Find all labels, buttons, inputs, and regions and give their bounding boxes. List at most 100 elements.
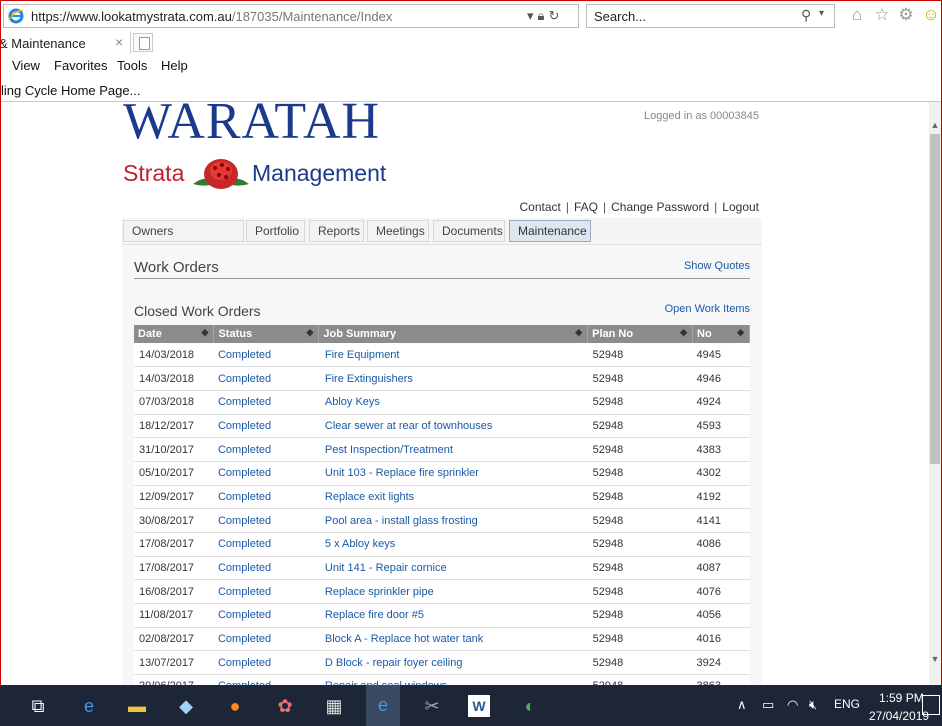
contact-link[interactable]: Contact: [519, 200, 560, 214]
menu-favorites[interactable]: Favorites: [54, 58, 107, 73]
battery-icon[interactable]: ▭: [762, 697, 774, 713]
task-view-icon[interactable]: ⧉: [25, 694, 51, 718]
smiley-icon[interactable]: ☺: [921, 5, 941, 25]
menu-tools[interactable]: Tools: [117, 58, 147, 73]
scroll-up-icon[interactable]: ▲: [929, 120, 941, 130]
job-summary-link[interactable]: Fire Extinguishers: [318, 366, 588, 391]
lock-icon[interactable]: 🔒︎: [538, 8, 549, 23]
job-summary-link[interactable]: D Block - repair foyer ceiling: [318, 650, 588, 676]
status-link[interactable]: Completed: [213, 674, 319, 685]
tab-reports[interactable]: Reports: [309, 220, 364, 242]
status-link[interactable]: Completed: [213, 603, 319, 628]
vertical-scrollbar[interactable]: ▲ ▼: [929, 102, 941, 685]
clock-time[interactable]: 1:59 PM: [879, 691, 924, 705]
scrollbar-thumb[interactable]: [930, 134, 940, 464]
job-summary-link[interactable]: Pool area - install glass frosting: [318, 508, 588, 533]
column-header-plan-no[interactable]: Plan No ◆: [587, 325, 694, 343]
status-link[interactable]: Completed: [213, 579, 319, 605]
open-work-items-link[interactable]: Open Work Items: [665, 303, 750, 315]
calculator-icon[interactable]: ▦: [321, 694, 347, 718]
search-dropdown-icon[interactable]: ▾: [819, 8, 824, 19]
address-url[interactable]: https://www.lookatmystrata.com.au/187035…: [31, 9, 392, 24]
job-summary-link[interactable]: Unit 141 - Repair cornice: [318, 556, 588, 581]
job-summary-link[interactable]: 5 x Abloy keys: [318, 532, 588, 557]
home-icon[interactable]: ⌂: [847, 5, 867, 25]
refresh-icon[interactable]: ↻: [548, 8, 563, 23]
sort-icon[interactable]: ◆: [575, 327, 582, 338]
volume-muted-icon[interactable]: 🔇︎: [809, 697, 817, 713]
status-link[interactable]: Completed: [213, 461, 319, 486]
job-summary-link[interactable]: Replace fire door #5: [318, 603, 588, 628]
browser-tab[interactable]: & Maintenance ×: [1, 31, 131, 54]
column-header-date[interactable]: Date ◆: [134, 325, 215, 343]
tab-owners-corporation[interactable]: Owners Corporation: [123, 220, 244, 258]
job-summary-link[interactable]: Repair and seal windows: [318, 674, 588, 685]
status-link[interactable]: Completed: [213, 627, 319, 652]
show-quotes-link[interactable]: Show Quotes: [684, 260, 750, 272]
job-summary-link[interactable]: Unit 103 - Replace fire sprinkler: [318, 461, 588, 486]
close-icon[interactable]: ×: [115, 34, 123, 50]
sort-icon[interactable]: ◆: [306, 327, 313, 338]
new-tab-button[interactable]: [133, 33, 153, 52]
clock-date[interactable]: 27/04/2019: [869, 709, 929, 723]
tab-meetings[interactable]: Meetings: [367, 220, 429, 242]
app-icon[interactable]: ◐: [517, 694, 543, 718]
column-header-no[interactable]: No ◆: [692, 325, 750, 343]
tab-documents[interactable]: Documents: [433, 220, 505, 242]
settings-gear-icon[interactable]: ⚙: [896, 5, 916, 25]
table-row: 14/03/2018 Completed Fire Extinguishers 529…: [134, 366, 750, 391]
word-icon[interactable]: W: [468, 695, 490, 717]
notes-icon[interactable]: ◆: [173, 694, 199, 718]
dropdown-icon[interactable]: ▾: [527, 8, 538, 23]
status-link[interactable]: Completed: [213, 390, 319, 415]
search-input[interactable]: Search...: [594, 9, 646, 24]
favorite-link[interactable]: ling Cycle Home Page...: [1, 83, 140, 98]
status-link[interactable]: Completed: [213, 366, 319, 391]
scroll-down-icon[interactable]: ▼: [929, 654, 941, 664]
column-label: No: [697, 328, 712, 340]
tab-maintenance[interactable]: Maintenance: [509, 220, 591, 242]
language-indicator[interactable]: ENG: [834, 697, 860, 711]
firefox-icon[interactable]: ●: [222, 694, 248, 718]
job-summary-link[interactable]: Replace exit lights: [318, 485, 588, 510]
status-link[interactable]: Completed: [213, 485, 319, 510]
file-explorer-icon[interactable]: ▬: [124, 694, 150, 718]
change-password-link[interactable]: Change Password: [611, 200, 709, 214]
wifi-icon[interactable]: ◠: [787, 697, 798, 713]
menu-help[interactable]: Help: [161, 58, 188, 73]
table-row: 17/08/2017 Completed 5 x Abloy keys 52948 40…: [134, 532, 750, 557]
menu-view[interactable]: View: [12, 58, 40, 73]
status-link[interactable]: Completed: [213, 343, 319, 368]
snipping-tool-icon[interactable]: ✂: [419, 694, 445, 718]
status-link[interactable]: Completed: [213, 437, 319, 462]
show-hidden-icons-icon[interactable]: ∧: [737, 697, 747, 713]
internet-explorer-icon[interactable]: e: [366, 685, 400, 726]
sort-icon[interactable]: ◆: [680, 327, 687, 338]
status-link[interactable]: Completed: [213, 532, 319, 557]
job-summary-link[interactable]: Replace sprinkler pipe: [318, 579, 588, 605]
sort-icon[interactable]: ◆: [202, 327, 209, 338]
search-icon[interactable]: ⚲: [801, 7, 811, 24]
status-link[interactable]: Completed: [213, 556, 319, 581]
favorites-star-icon[interactable]: ☆: [872, 5, 892, 25]
status-link[interactable]: Completed: [213, 508, 319, 533]
edge-icon[interactable]: e: [76, 694, 102, 718]
logo-title[interactable]: WARATAH: [123, 102, 380, 148]
job-summary-link[interactable]: Pest Inspection/Treatment: [318, 437, 588, 462]
section-title: Closed Work Orders: [134, 303, 261, 319]
tab-portfolio[interactable]: Portfolio: [246, 220, 305, 242]
column-header-status[interactable]: Status ◆: [213, 325, 320, 343]
job-summary-link[interactable]: Block A - Replace hot water tank: [318, 627, 588, 652]
status-link[interactable]: Completed: [213, 414, 319, 439]
job-summary-link[interactable]: Abloy Keys: [318, 390, 588, 415]
faq-link[interactable]: FAQ: [574, 200, 598, 214]
logout-link[interactable]: Logout: [722, 200, 759, 214]
job-summary-link[interactable]: Fire Equipment: [318, 343, 588, 368]
notification-icon[interactable]: [922, 695, 940, 715]
status-link[interactable]: Completed: [213, 650, 319, 676]
job-summary-link[interactable]: Clear sewer at rear of townhouses: [318, 414, 588, 439]
sort-icon[interactable]: ◆: [737, 327, 744, 338]
menu-bar: View Favorites Tools Help: [1, 54, 941, 77]
column-header-job-summary[interactable]: Job Summary ◆: [318, 325, 589, 343]
paint-icon[interactable]: ✿: [272, 694, 298, 718]
